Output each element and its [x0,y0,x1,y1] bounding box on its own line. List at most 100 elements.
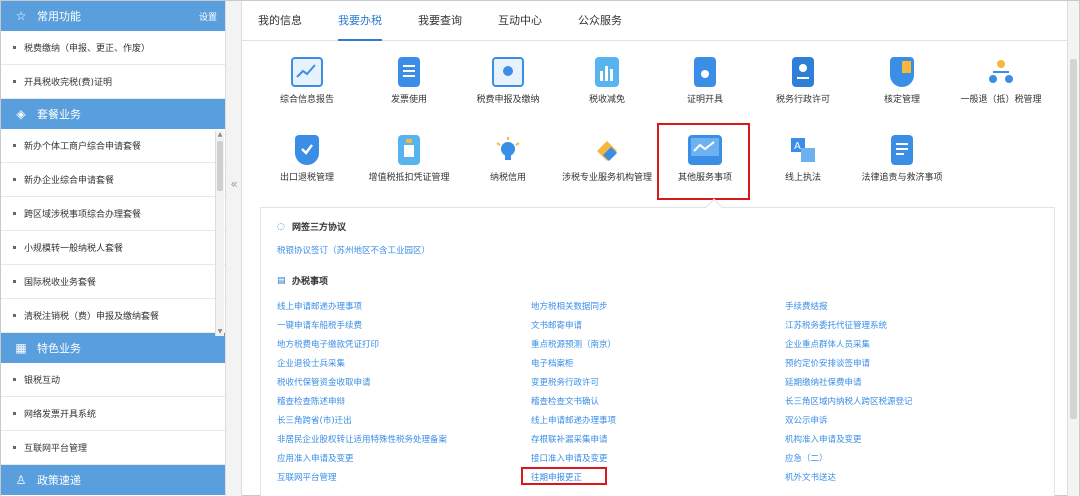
service-label: 证明开具 [686,95,723,105]
license-icon [792,57,814,87]
link-item[interactable]: 企业退役士兵采集 [277,357,345,369]
link-item[interactable]: 变更税务行政许可 [531,376,599,388]
translate-icon: A [787,135,819,165]
service-credit[interactable]: 纳税信用 [458,135,558,184]
sidebar-item[interactable]: 互联网平台管理 [1,431,225,465]
link-item[interactable]: 线上申请邮递办理事项 [277,300,362,312]
link-item[interactable]: 电子档案柜 [531,357,574,369]
service-tax-reduction[interactable]: 税收减免 [557,57,657,106]
link-bank-agreement[interactable]: 税银协议签订（苏州地区不含工业园区） [277,244,430,256]
link-item[interactable]: 江苏税务委托代征管理系统 [785,319,887,331]
section-header-special[interactable]: ▦ 特色业务 [1,333,225,363]
bullet-icon [13,212,16,215]
service-vat-deduction[interactable]: 增值税抵扣凭证管理 [359,135,459,184]
link-item[interactable]: 双公示申诉 [785,414,828,426]
link-item[interactable]: 线上申请邮递办理事项 [531,414,616,426]
link-item[interactable]: 应急（二） [785,452,828,464]
sidebar-item[interactable]: 新办个体工商户综合申请套餐 [1,129,225,163]
scroll-up-icon[interactable]: ▲ [217,131,223,139]
link-item[interactable]: 稽查检查陈述申辩 [277,395,345,407]
link-item[interactable]: 非居民企业股权转让适用特殊性税务处理备案 [277,433,447,445]
clipboard-icon [398,135,420,165]
section-heading-matters: ▤ 办税事项 [277,274,328,288]
service-professional-agency[interactable]: 涉税专业服务机构管理 [557,135,657,184]
tab-bar: 我的信息 我要办税 我要查询 互动中心 公众服务 [242,1,1067,41]
scroll-down-icon[interactable]: ▼ [217,328,223,336]
sidebar-item[interactable]: 国际税收业务套餐 [1,265,225,299]
sidebar-item[interactable]: 小规模转一般纳税人套餐 [1,231,225,265]
service-label: 法律追责与救济事项 [861,173,943,183]
section-header-policy[interactable]: ♙ 政策速递 [1,465,225,495]
sidebar-item[interactable]: 开具税收完税(费)证明 [1,65,225,99]
service-tax-filing[interactable]: 税费申报及缴纳 [458,57,558,106]
app-window: ☆ 常用功能 设置 税费缴纳（申报、更正、作废） 开具税收完税(费)证明 ◈ 套… [0,0,1080,496]
link-item[interactable]: 互联网平台管理 [277,471,337,483]
service-invoice-use[interactable]: 发票使用 [359,57,459,106]
tab-query[interactable]: 我要查询 [418,0,462,40]
settings-link[interactable]: 设置 [199,10,217,23]
service-admin-license[interactable]: 税务行政许可 [753,57,853,106]
link-item[interactable]: 延期缴纳社保费申请 [785,376,862,388]
list-small-icon: ▤ [277,275,286,286]
sidebar-item[interactable]: 网络发票开具系统 [1,397,225,431]
link-item[interactable]: 预约定价安排谈签申请 [785,357,870,369]
service-refund[interactable]: 一般退（抵）税管理 [951,57,1051,106]
scroll-thumb[interactable] [1070,59,1077,419]
service-label: 增值税抵扣凭证管理 [368,173,450,183]
service-assessment[interactable]: 核定管理 [852,57,952,106]
shield-icon [890,57,914,87]
tab-my-info[interactable]: 我的信息 [258,0,302,40]
link-item[interactable]: 手续费结报 [785,300,828,312]
sidebar-item-label: 税费缴纳（申报、更正、作废） [24,44,151,54]
service-label: 税收减免 [588,95,625,105]
link-item[interactable]: 地方税相关数据同步 [531,300,608,312]
service-label: 涉税专业服务机构管理 [561,173,652,183]
sidebar-item[interactable]: 清税注销税（费）申报及缴纳套餐 [1,299,225,333]
link-item[interactable]: 机外文书送达 [785,471,836,483]
link-item[interactable]: 长三角区域内纳税人跨区税源登记 [785,395,913,407]
link-item[interactable]: 接口准入申请及变更 [531,452,608,464]
service-online-enforcement[interactable]: A 线上执法 [753,135,853,184]
link-item[interactable]: 重点税源预测（南京） [531,338,616,350]
link-item[interactable]: 应用准入申请及变更 [277,452,354,464]
link-item[interactable]: 税收代保管资金收取申请 [277,376,371,388]
layers-icon: ◈ [16,107,26,121]
sidebar-item[interactable]: 新办企业综合申请套餐 [1,163,225,197]
sidebar-item-label: 新办企业综合申请套餐 [24,176,115,186]
scroll-thumb[interactable] [217,141,223,191]
service-comprehensive-report[interactable]: 综合信息报告 [257,57,357,106]
link-item[interactable]: 稽查检查文书确认 [531,395,599,407]
service-certificate[interactable]: 证明开具 [655,57,755,106]
tab-do-tax[interactable]: 我要办税 [338,0,382,41]
service-label: 税务行政许可 [775,95,830,105]
collapse-left-icon[interactable]: « [228,175,240,193]
sidebar-item-label: 清税注销税（费）申报及缴纳套餐 [24,312,160,322]
section-title: 常用功能 [37,10,81,23]
link-item[interactable]: 地方税费电子缴款凭证打印 [277,338,379,350]
star-icon: ☆ [15,9,27,23]
tab-interaction[interactable]: 互动中心 [498,0,542,40]
link-item[interactable]: 长三角跨省(市)迁出 [277,414,352,426]
sidebar-item[interactable]: 跨区域涉税事项综合办理套餐 [1,197,225,231]
service-label: 纳税信用 [489,173,526,183]
link-item[interactable]: 存根联补漏采集申请 [531,433,608,445]
sidebar-item[interactable]: 银税互动 [1,363,225,397]
service-export-refund[interactable]: 出口退税管理 [257,135,357,184]
collapse-splitter[interactable]: « [226,1,242,496]
main-content: 我的信息 我要办税 我要查询 互动中心 公众服务 综合信息报告 发票使用 税费申… [242,1,1067,496]
certificate-icon [694,57,716,87]
tab-public-service[interactable]: 公众服务 [578,0,622,40]
link-item[interactable]: 企业重点群体人员采集 [785,338,870,350]
link-item[interactable]: 一键申请车船税手续费 [277,319,362,331]
section-header-common[interactable]: ☆ 常用功能 设置 [1,1,225,31]
service-label: 出口退税管理 [279,173,334,183]
link-highlight-box [521,467,607,485]
bullet-icon [13,314,16,317]
page-scrollbar[interactable] [1067,1,1079,496]
service-legal-remedy[interactable]: 法律追责与救济事项 [852,135,952,184]
sidebar-item[interactable]: 税费缴纳（申报、更正、作废） [1,31,225,65]
sidebar-scrollbar[interactable]: ▲ ▼ [215,131,224,336]
link-item[interactable]: 文书邮寄申请 [531,319,582,331]
section-header-package[interactable]: ◈ 套餐业务 [1,99,225,129]
link-item[interactable]: 机构准入申请及变更 [785,433,862,445]
